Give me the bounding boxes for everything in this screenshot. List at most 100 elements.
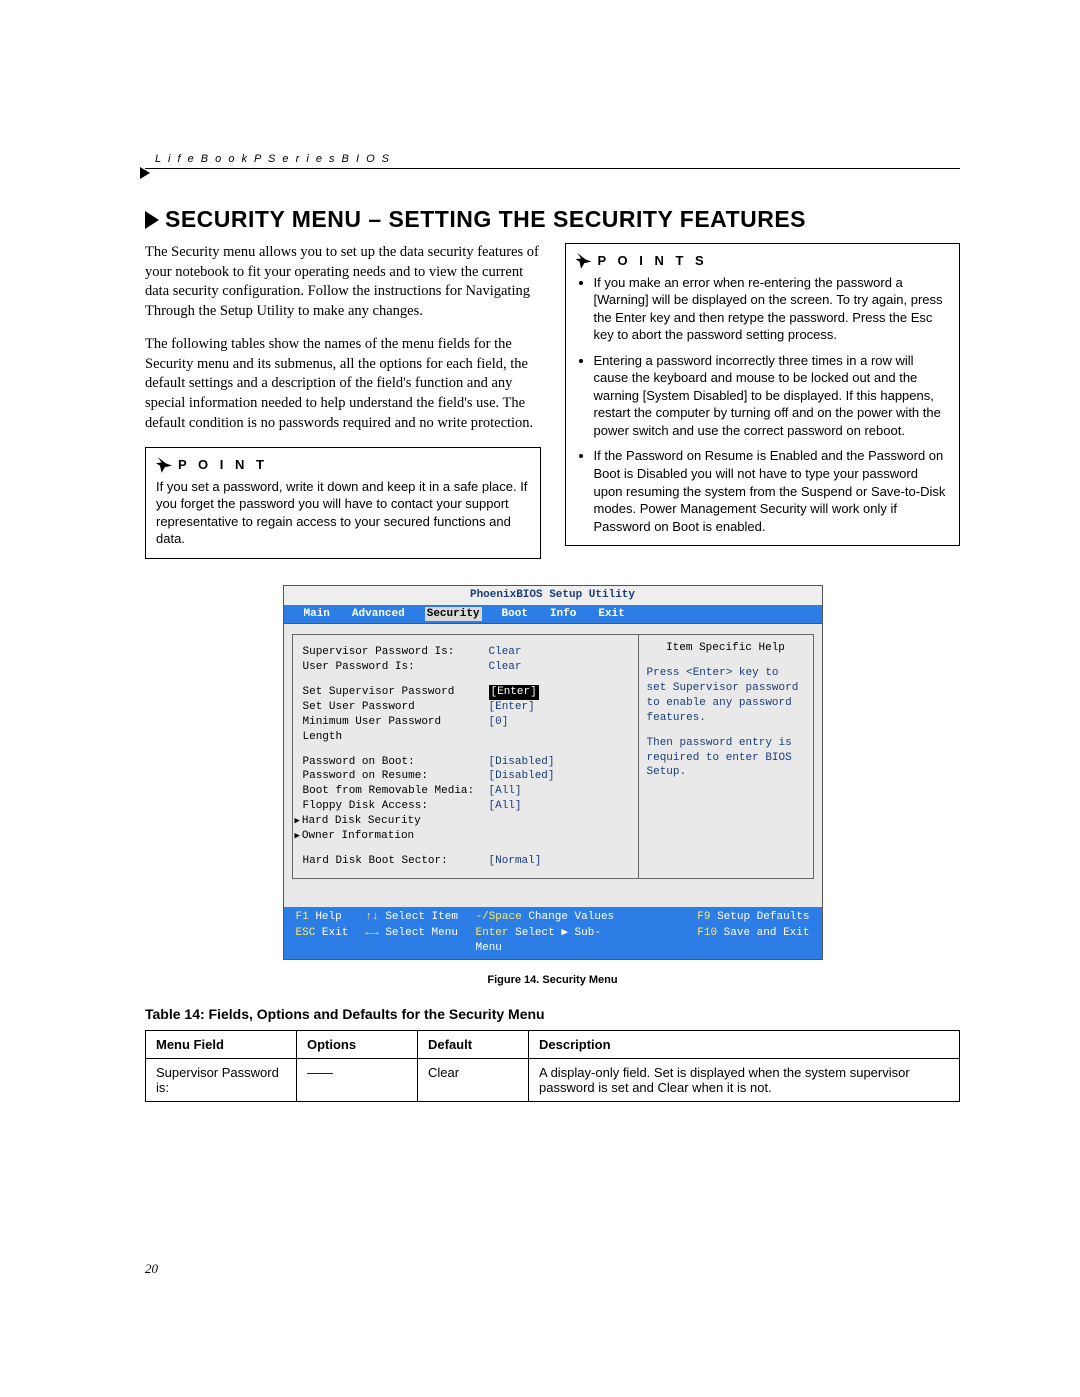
bios-row: Set User Password [Enter] xyxy=(303,700,628,715)
pointer-icon xyxy=(576,253,592,269)
key-label: Help xyxy=(315,911,341,923)
bios-tab-security[interactable]: Security xyxy=(425,607,482,622)
bios-row: Owner Information xyxy=(303,829,628,844)
bios-field-label[interactable]: Minimum User Password Length xyxy=(303,715,483,745)
points-item: If the Password on Resume is Enabled and… xyxy=(594,447,950,535)
bios-footer-cell: ←→ Select Menu xyxy=(366,926,476,956)
bios-window: PhoenixBIOS Setup Utility Main Advanced … xyxy=(283,585,823,960)
bios-main-panel: Supervisor Password Is: Clear User Passwo… xyxy=(292,634,639,879)
bios-footer-cell: F1 Help xyxy=(296,910,366,925)
fields-table: Menu Field Options Default Description S… xyxy=(145,1030,960,1102)
bios-row: Hard Disk Security xyxy=(303,814,628,829)
bios-field-label: User Password Is: xyxy=(303,660,483,675)
bios-tab-exit[interactable]: Exit xyxy=(596,607,626,622)
th-default: Default xyxy=(418,1030,529,1058)
td-description: A display-only field. Set is displayed w… xyxy=(529,1058,960,1101)
bios-help-text: Then password entry is required to enter… xyxy=(647,736,805,781)
two-column-layout: The Security menu allows you to set up t… xyxy=(145,243,960,559)
bios-row: Set Supervisor Password [Enter] xyxy=(303,685,628,700)
points-label-text: P O I N T S xyxy=(598,252,708,270)
bios-body: Supervisor Password Is: Clear User Passwo… xyxy=(283,624,823,907)
bios-field-label[interactable]: Password on Boot: xyxy=(303,755,483,770)
keycap: -/Space xyxy=(476,911,522,923)
bios-tab-boot[interactable]: Boot xyxy=(500,607,530,622)
bios-field-value[interactable]: [Enter] xyxy=(489,700,535,715)
title-marker-icon xyxy=(145,211,159,229)
keycap: F10 xyxy=(697,927,717,939)
key-label: Change Values xyxy=(528,911,614,923)
bios-help-title: Item Specific Help xyxy=(647,641,805,656)
bios-title: PhoenixBIOS Setup Utility xyxy=(283,585,823,605)
points-item: Entering a password incorrectly three ti… xyxy=(594,352,950,440)
key-label: Exit xyxy=(322,927,348,939)
bios-footer-cell: F9 Setup Defaults xyxy=(626,910,810,925)
points-item: If you make an error when re-entering th… xyxy=(594,274,950,344)
bios-row: Password on Resume: [Disabled] xyxy=(303,769,628,784)
keycap: ESC xyxy=(296,927,316,939)
keycap: ←→ xyxy=(366,927,379,939)
bios-field-value[interactable]: [Disabled] xyxy=(489,755,555,770)
bios-submenu[interactable]: Owner Information xyxy=(295,829,475,844)
content: SECURITY MENU – SETTING THE SECURITY FEA… xyxy=(145,206,960,1102)
bios-field-value: Clear xyxy=(489,660,522,675)
bios-tab-info[interactable]: Info xyxy=(548,607,578,622)
header-marker-icon xyxy=(140,167,150,179)
th-description: Description xyxy=(529,1030,960,1058)
right-column: P O I N T S If you make an error when re… xyxy=(565,243,961,559)
points-list: If you make an error when re-entering th… xyxy=(576,274,950,536)
table-title: Table 14: Fields, Options and Defaults f… xyxy=(145,1006,960,1022)
bios-footer-cell: ↑↓ Select Item xyxy=(366,910,476,925)
bios-field-label[interactable]: Floppy Disk Access: xyxy=(303,799,483,814)
points-label: P O I N T S xyxy=(576,252,950,270)
key-label: Setup Defaults xyxy=(717,911,809,923)
bios-field-label[interactable]: Hard Disk Boot Sector: xyxy=(303,854,483,869)
th-menu-field: Menu Field xyxy=(146,1030,297,1058)
point-label-text: P O I N T xyxy=(178,456,268,474)
pointer-icon xyxy=(156,457,172,473)
bios-field-value[interactable]: [Disabled] xyxy=(489,769,555,784)
left-column: The Security menu allows you to set up t… xyxy=(145,243,541,559)
running-header: L i f e B o o k P S e r i e s B I O S xyxy=(155,153,391,165)
keycap: ↑↓ xyxy=(366,911,379,923)
bios-footer-cell: F10 Save and Exit xyxy=(626,926,810,956)
bios-row: Boot from Removable Media: [All] xyxy=(303,784,628,799)
bios-row: Password on Boot: [Disabled] xyxy=(303,755,628,770)
bios-row: User Password Is: Clear xyxy=(303,660,628,675)
bios-field-label: Supervisor Password Is: xyxy=(303,645,483,660)
bios-row: Minimum User Password Length [0] xyxy=(303,715,628,745)
bios-field-value[interactable]: [Normal] xyxy=(489,854,542,869)
td-default: Clear xyxy=(418,1058,529,1101)
bios-footer-cell: ESC Exit xyxy=(296,926,366,956)
bios-field-label[interactable]: Set Supervisor Password xyxy=(303,685,483,700)
bios-tab-main[interactable]: Main xyxy=(302,607,332,622)
key-label: Select Menu xyxy=(385,927,458,939)
key-label: Select Item xyxy=(385,911,458,923)
bios-field-value: Clear xyxy=(489,645,522,660)
bios-footer-cell: -/Space Change Values xyxy=(476,910,626,925)
keycap: F9 xyxy=(697,911,710,923)
td-options: —— xyxy=(297,1058,418,1101)
page: L i f e B o o k P S e r i e s B I O S SE… xyxy=(0,0,1080,1397)
bios-field-value[interactable]: [All] xyxy=(489,799,522,814)
bios-tab-advanced[interactable]: Advanced xyxy=(350,607,407,622)
bios-row: Supervisor Password Is: Clear xyxy=(303,645,628,660)
title-text: SECURITY MENU – SETTING THE SECURITY FEA… xyxy=(165,206,806,232)
bios-field-label[interactable]: Password on Resume: xyxy=(303,769,483,784)
bios-row: Floppy Disk Access: [All] xyxy=(303,799,628,814)
header-rule: L i f e B o o k P S e r i e s B I O S xyxy=(145,168,960,169)
bios-field-value[interactable]: [Enter] xyxy=(489,685,539,700)
keycap: F1 xyxy=(296,911,309,923)
bios-tabs: Main Advanced Security Boot Info Exit xyxy=(283,605,823,625)
intro-paragraph-2: The following tables show the names of t… xyxy=(145,335,541,433)
figure-caption: Figure 14. Security Menu xyxy=(145,974,960,986)
bios-help-panel: Item Specific Help Press <Enter> key to … xyxy=(639,634,814,879)
bios-field-label[interactable]: Boot from Removable Media: xyxy=(303,784,483,799)
key-label: Save and Exit xyxy=(724,927,810,939)
bios-help-text: Press <Enter> key to set Supervisor pass… xyxy=(647,666,805,725)
bios-field-label[interactable]: Set User Password xyxy=(303,700,483,715)
bios-field-value[interactable]: [All] xyxy=(489,784,522,799)
bios-submenu[interactable]: Hard Disk Security xyxy=(295,814,475,829)
bios-field-value[interactable]: [0] xyxy=(489,715,509,745)
page-number: 20 xyxy=(145,1261,158,1277)
bios-footer: F1 Help ↑↓ Select Item -/Space Change Va… xyxy=(283,907,823,960)
